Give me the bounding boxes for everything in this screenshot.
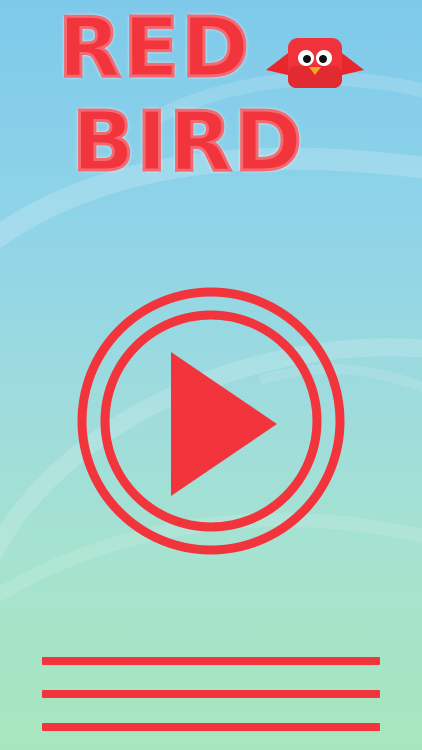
hamburger-menu-icon[interactable]	[42, 654, 380, 736]
menu-bar	[42, 723, 380, 731]
game-title: RED BIRD	[56, 0, 305, 191]
play-button[interactable]	[76, 286, 346, 556]
red-bird-icon	[266, 38, 364, 88]
game-title-line2: BIRD	[70, 94, 305, 191]
play-icon	[171, 352, 277, 496]
menu-bar	[42, 657, 380, 665]
game-screen: RED BIRD	[0, 0, 422, 750]
menu-bar	[42, 690, 380, 698]
